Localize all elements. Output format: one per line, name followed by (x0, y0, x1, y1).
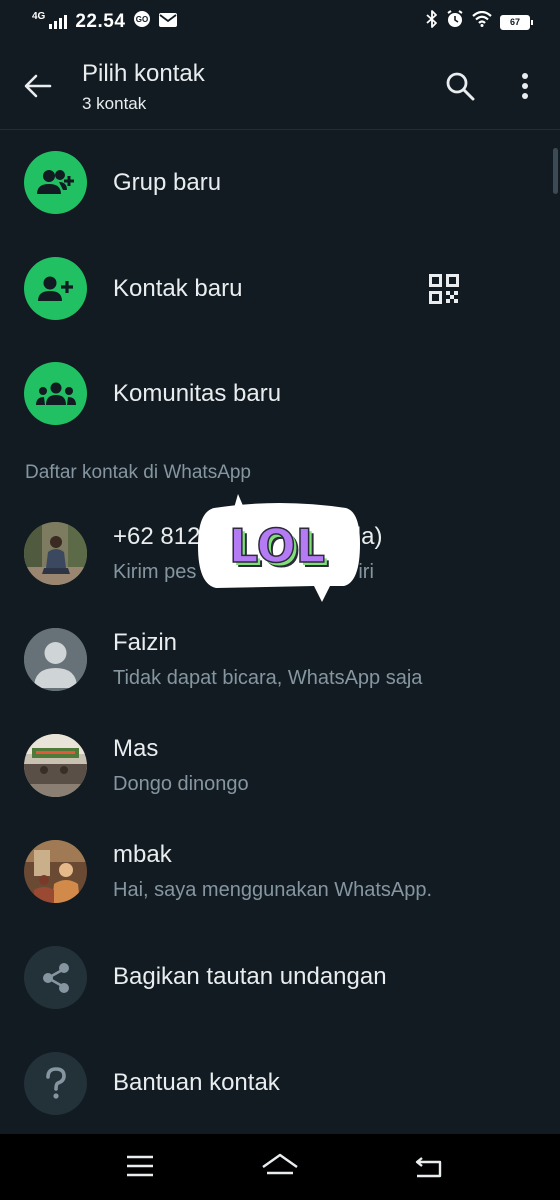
lol-sticker: LOL LOL LOL (196, 494, 362, 604)
go-app-icon: GO (133, 10, 151, 34)
share-invite-row[interactable]: Bagikan tautan undangan (0, 926, 560, 1026)
status-bar: 4G 22.54 GO 67 (0, 0, 560, 44)
sticker-text: LOL (229, 519, 325, 573)
community-icon (24, 362, 87, 425)
more-options-button[interactable] (505, 66, 545, 106)
page-title: Pilih kontak (82, 60, 205, 87)
status-right: 67 (426, 10, 533, 34)
contact-row[interactable]: mbak Hai, saya menggunakan WhatsApp. (0, 820, 560, 920)
wifi-icon (472, 10, 492, 33)
status-left: 4G 22.54 GO (32, 10, 178, 34)
svg-text:GO: GO (136, 15, 148, 24)
search-icon (446, 72, 475, 101)
group-add-icon (24, 151, 87, 214)
contact-row[interactable]: Mas Dongo dinongo (0, 714, 560, 814)
action-label: Komunitas baru (113, 380, 282, 407)
back-nav-button[interactable] (408, 1148, 448, 1184)
action-label: Bantuan kontak (113, 1069, 280, 1096)
share-icon (24, 946, 87, 1009)
contact-help-row[interactable]: Bantuan kontak (0, 1032, 560, 1132)
recent-apps-button[interactable] (120, 1148, 160, 1184)
avatar (24, 522, 87, 585)
battery-icon: 67 (500, 14, 533, 30)
search-button[interactable] (440, 66, 480, 106)
home-icon (262, 1153, 298, 1175)
mail-icon (159, 11, 178, 33)
signal-bars-icon (49, 15, 68, 29)
back-nav-icon (415, 1157, 442, 1178)
section-label: Daftar kontak di WhatsApp (25, 462, 251, 483)
new-group-row[interactable]: Grup baru (0, 132, 560, 232)
alarm-icon (446, 10, 464, 34)
contact-row[interactable]: Faizin Tidak dapat bicara, WhatsApp saja (0, 608, 560, 708)
more-vert-icon (522, 73, 528, 99)
menu-lines-icon (127, 1155, 153, 1177)
network-type: 4G (32, 11, 46, 22)
status-time: 22.54 (75, 11, 126, 32)
app-bar: Pilih kontak 3 kontak (0, 44, 560, 130)
contact-count: 3 kontak (82, 94, 147, 113)
avatar (24, 840, 87, 903)
contact-name: Mas (113, 735, 159, 762)
contact-name: Faizin (113, 629, 178, 656)
new-contact-row[interactable]: Kontak baru (0, 238, 560, 338)
person-add-icon (24, 257, 87, 320)
contact-name: mbak (113, 841, 172, 868)
action-label: Grup baru (113, 169, 222, 196)
home-button[interactable] (260, 1148, 300, 1184)
avatar (24, 734, 87, 797)
action-label: Bagikan tautan undangan (113, 963, 387, 990)
contact-status: Hai, saya menggunakan WhatsApp. (113, 879, 433, 901)
title-group: Pilih kontak 3 kontak (82, 60, 205, 114)
contact-status: Dongo dinongo (113, 773, 249, 795)
scrollbar[interactable] (553, 148, 558, 194)
help-icon (24, 1052, 87, 1115)
qr-code-button[interactable] (424, 269, 464, 309)
system-nav-bar (0, 1134, 560, 1200)
back-button[interactable] (18, 66, 58, 106)
qr-code-icon (429, 274, 459, 304)
back-arrow-icon (24, 74, 52, 98)
action-label: Kontak baru (113, 275, 243, 302)
bluetooth-icon (426, 10, 438, 34)
default-avatar-icon (24, 628, 87, 691)
contact-status: Tidak dapat bicara, WhatsApp saja (113, 667, 423, 689)
new-community-row[interactable]: Komunitas baru (0, 343, 560, 443)
